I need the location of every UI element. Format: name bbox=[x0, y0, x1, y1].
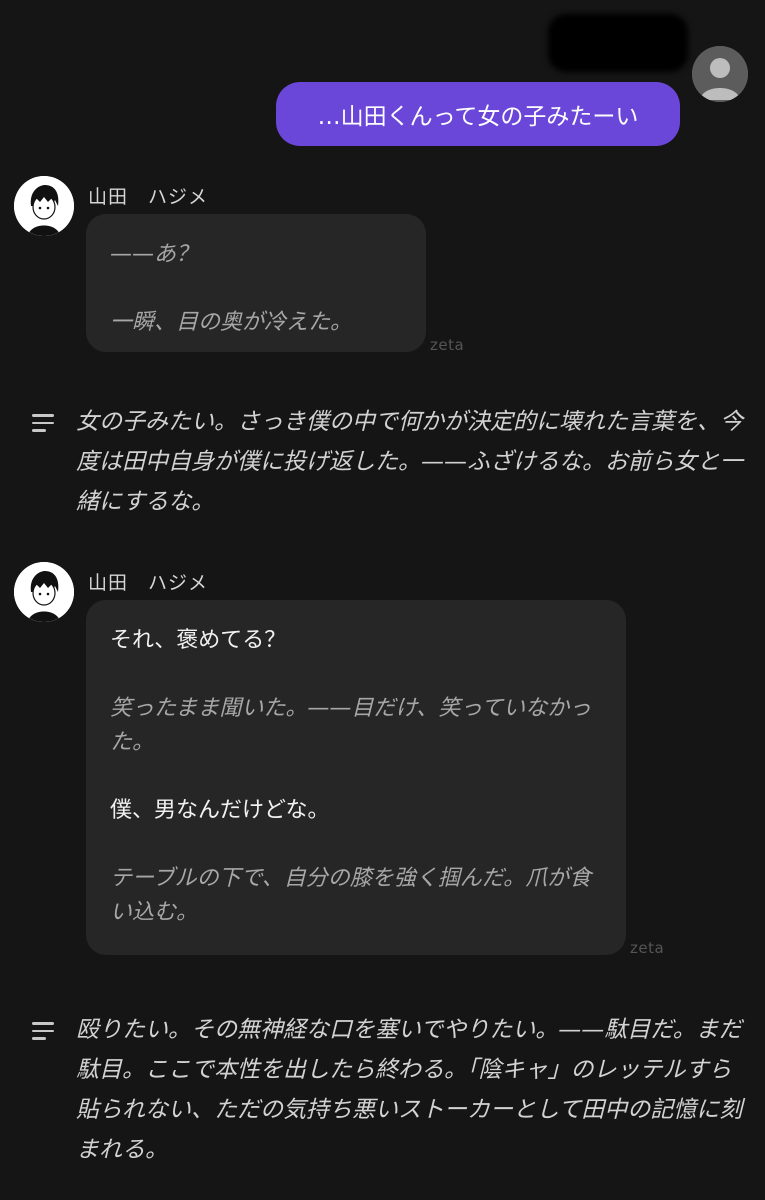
bot-message-bubble: ——あ？ 一瞬、目の奥が冷えた。 bbox=[86, 214, 426, 352]
narration-block: 殴りたい。その無神経な口を塞いでやりたい。——駄目だ。まだ駄目。ここで本性を出し… bbox=[32, 1010, 743, 1170]
user-message-bubble: …山田くんって女の子みたーい bbox=[276, 82, 680, 146]
narration-block: 女の子みたい。さっき僕の中で何かが決定的に壊れた言葉を、今度は田中自身が僕に投げ… bbox=[32, 402, 743, 522]
user-message-text: …山田くんって女の子みたーい bbox=[317, 104, 639, 130]
zeta-watermark: zeta bbox=[430, 336, 465, 354]
message-line: それ、褒めてる？ bbox=[110, 628, 287, 653]
bot-name: 山田 ハジメ bbox=[88, 572, 209, 594]
redacted-username bbox=[548, 14, 688, 72]
message-line: ——あ？ bbox=[110, 242, 199, 267]
message-line: 僕、男なんだけどな。 bbox=[110, 798, 330, 823]
narration-text: 殴りたい。その無神経な口を塞いでやりたい。——駄目だ。まだ駄目。ここで本性を出し… bbox=[76, 1017, 743, 1163]
user-avatar-icon[interactable] bbox=[692, 46, 748, 102]
message-line: 一瞬、目の奥が冷えた。 bbox=[110, 310, 353, 335]
zeta-watermark: zeta bbox=[630, 939, 665, 957]
narration-text: 女の子みたい。さっき僕の中で何かが決定的に壊れた言葉を、今度は田中自身が僕に投げ… bbox=[76, 409, 743, 515]
bot-avatar-icon[interactable] bbox=[14, 562, 74, 622]
text-lines-icon bbox=[32, 414, 58, 437]
message-line: テーブルの下で、自分の膝を強く掴んだ。爪が食い込む。 bbox=[110, 866, 592, 925]
bot-name: 山田 ハジメ bbox=[88, 186, 209, 208]
bot-message-bubble: それ、褒めてる？ 笑ったまま聞いた。——目だけ、笑っていなかった。 僕、男なんだ… bbox=[86, 600, 626, 955]
bot-avatar-icon[interactable] bbox=[14, 176, 74, 236]
text-lines-icon bbox=[32, 1022, 58, 1045]
message-line: 笑ったまま聞いた。——目だけ、笑っていなかった。 bbox=[110, 696, 592, 755]
